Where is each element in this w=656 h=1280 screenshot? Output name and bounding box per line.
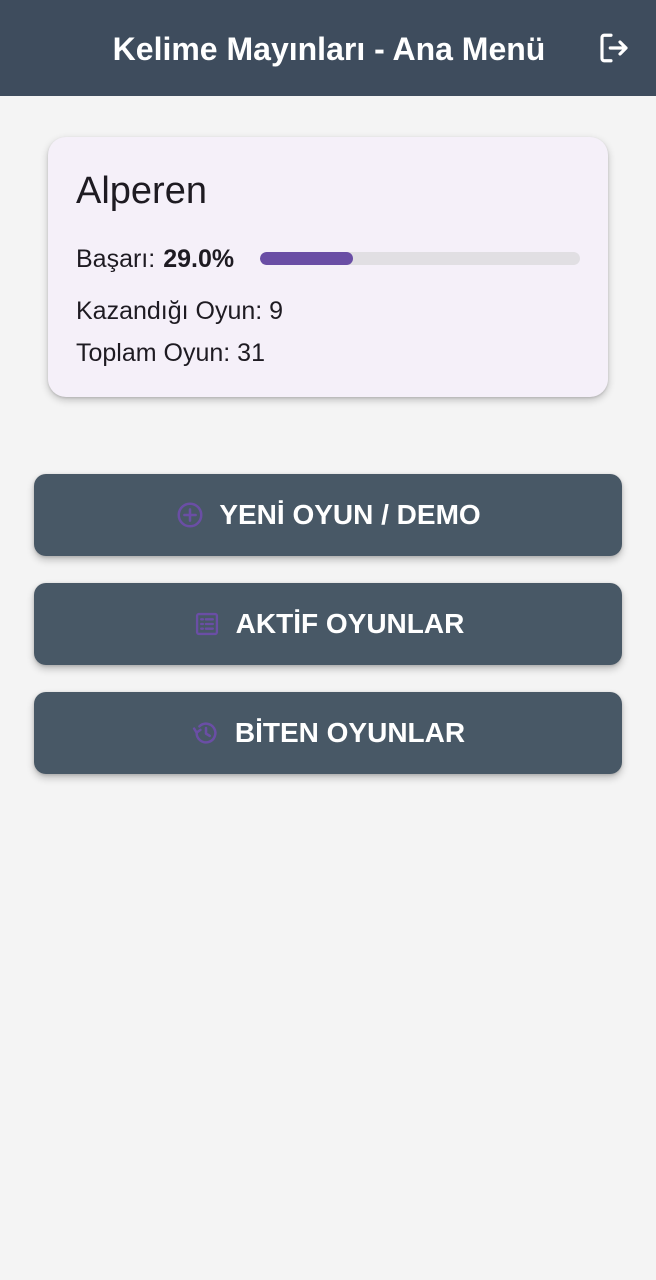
success-row: Başarı: 29.0% xyxy=(76,242,234,276)
success-progress-fill xyxy=(260,252,353,265)
app-bar: Kelime Mayınları - Ana Menü xyxy=(0,0,656,96)
finished-games-label: BİTEN OYUNLAR xyxy=(234,717,466,748)
username: Alperen xyxy=(76,170,207,212)
profile-card: Alperen Başarı: 29.0% Kazandığı Oyun: 9 … xyxy=(48,137,608,397)
active-games-button[interactable]: AKTİF OYUNLAR xyxy=(34,583,622,665)
finished-games-button[interactable]: BİTEN OYUNLAR xyxy=(34,692,622,774)
success-label: Başarı: xyxy=(76,244,156,273)
games-won: Kazandığı Oyun: 9 xyxy=(76,297,284,325)
games-total: Toplam Oyun: 31 xyxy=(76,339,265,367)
new-game-label: YENİ OYUN / DEMO xyxy=(219,499,481,530)
history-icon xyxy=(191,718,221,748)
list-icon xyxy=(192,609,222,639)
success-progress-bar xyxy=(260,252,580,265)
page-title: Kelime Mayınları - Ana Menü xyxy=(112,31,546,67)
success-value: 29.0% xyxy=(163,244,235,273)
new-game-button[interactable]: YENİ OYUN / DEMO xyxy=(34,474,622,556)
active-games-label: AKTİF OYUNLAR xyxy=(235,608,465,639)
logout-icon xyxy=(600,33,628,63)
add-circle-icon xyxy=(175,500,205,530)
logout-button[interactable] xyxy=(590,24,638,72)
